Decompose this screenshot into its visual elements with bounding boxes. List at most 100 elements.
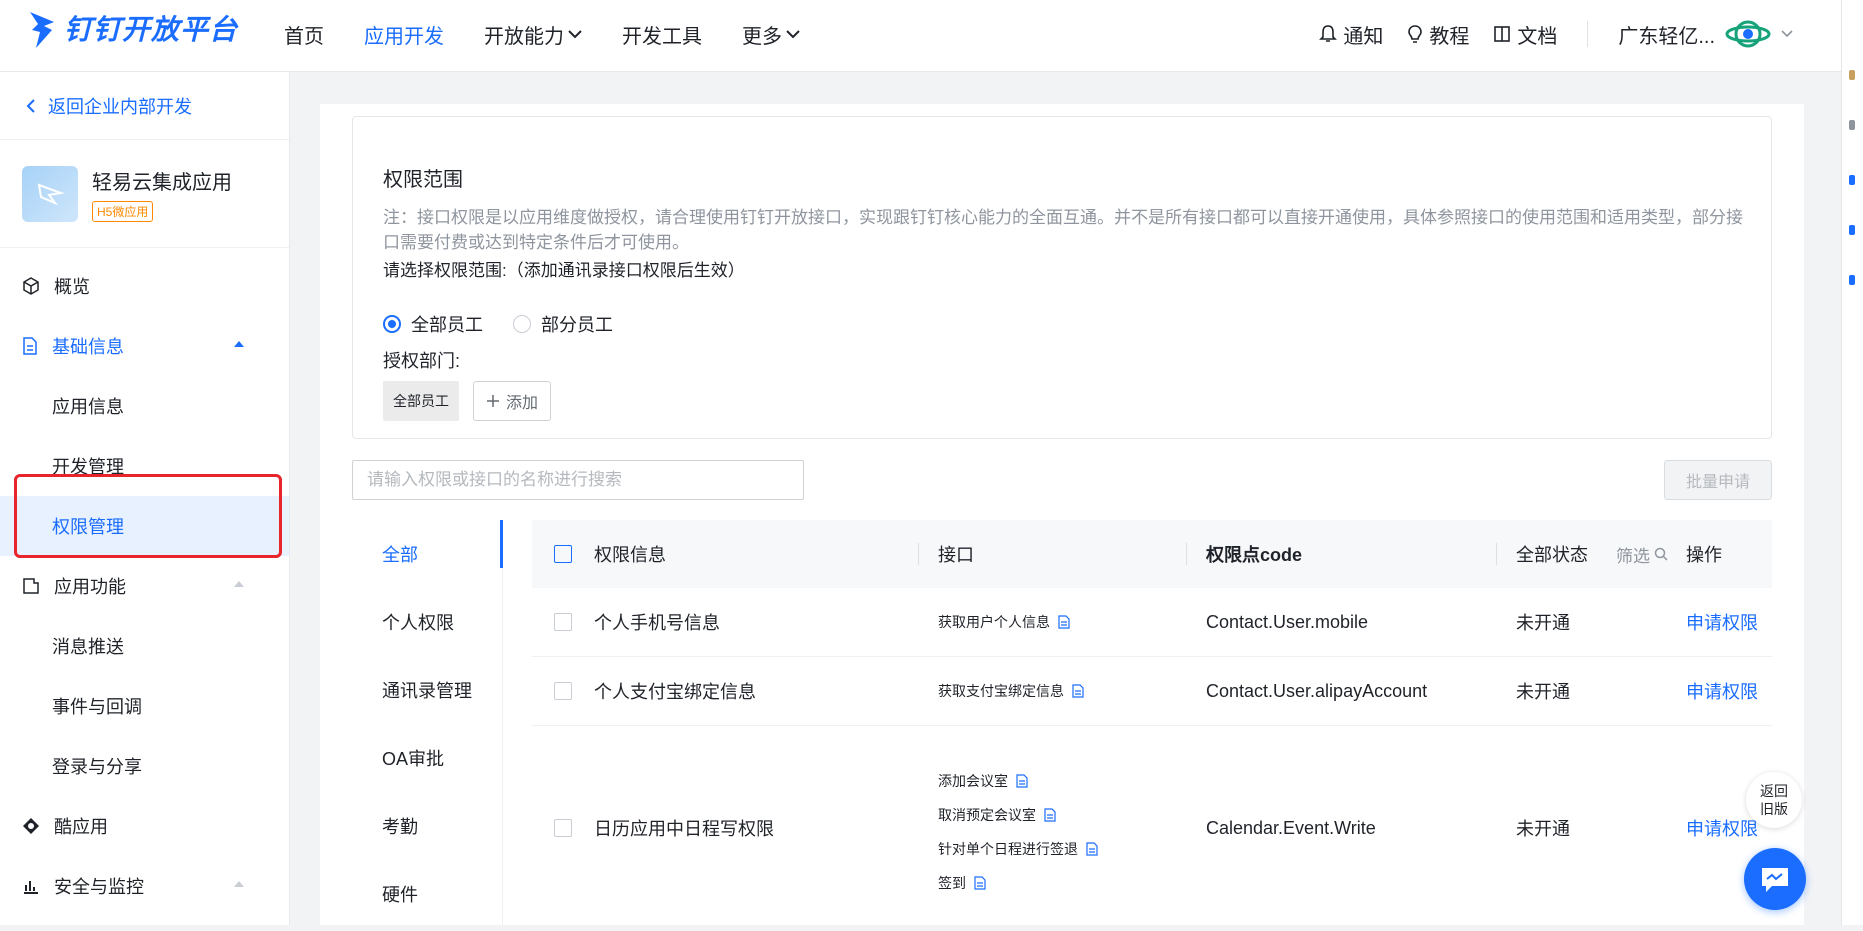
sidebar-item-basic-info[interactable]: 基础信息 <box>0 316 289 376</box>
sidebar-item-label: 权限管理 <box>52 517 124 537</box>
strip-marker <box>1849 120 1855 130</box>
category-contacts[interactable]: 通讯录管理 <box>352 656 502 724</box>
docs-link[interactable]: 文档 <box>1493 20 1557 49</box>
api-item[interactable]: 获取支付宝绑定信息 <box>938 671 1186 711</box>
nav-home-label: 首页 <box>284 25 324 48</box>
doc-link-icon[interactable] <box>1044 808 1056 822</box>
org-name: 广东轻亿... <box>1618 25 1715 48</box>
header-api: 接口 <box>918 541 1186 567</box>
chat-assistant-button[interactable] <box>1744 848 1806 910</box>
back-to-enterprise-dev-link[interactable]: 返回企业内部开发 <box>0 72 289 140</box>
sidebar-item-label: 应用信息 <box>52 397 124 417</box>
radio-part-label: 部分员工 <box>541 315 613 335</box>
row-status: 未开通 <box>1516 682 1570 702</box>
status-filter[interactable]: 筛选 <box>1616 542 1668 567</box>
row-checkbox[interactable] <box>554 613 572 631</box>
nav-dev-tools[interactable]: 开发工具 <box>622 20 702 49</box>
caret-up-icon <box>234 341 244 347</box>
doc-link-icon[interactable] <box>1016 774 1028 788</box>
back-to-old-version-button[interactable]: 返回 旧版 <box>1746 772 1802 828</box>
api-item[interactable]: 获取用户个人信息 <box>938 602 1186 642</box>
notify-link[interactable]: 通知 <box>1319 20 1383 49</box>
radio-all-employees[interactable]: 全部员工 <box>383 311 483 337</box>
sidebar-item-overview[interactable]: 概览 <box>0 256 289 316</box>
sidebar-item-label: 登录与分享 <box>52 757 142 777</box>
main-content: 权限范围 注：接口权限是以应用维度做授权，请合理使用钉钉开放接口，实现跟钉钉核心… <box>320 104 1804 931</box>
batch-apply-button[interactable]: 批量申请 <box>1664 460 1772 500</box>
apply-permission-link[interactable]: 申请权限 <box>1686 682 1758 702</box>
select-all-checkbox[interactable] <box>554 545 572 563</box>
scope-note: 注：接口权限是以应用维度做授权，请合理使用钉钉开放接口，实现跟钉钉核心能力的全面… <box>383 208 1743 252</box>
category-all[interactable]: 全部 <box>352 520 503 588</box>
right-nav: 通知 教程 文档 广东轻亿... <box>1319 0 1793 68</box>
app-name: 轻易云集成应用 <box>92 171 232 194</box>
doc-link-icon[interactable] <box>1072 684 1084 698</box>
permission-search-input[interactable] <box>352 460 804 500</box>
row-api: 获取支付宝绑定信息 <box>918 671 1186 711</box>
sidebar-item-cool-app[interactable]: 酷应用 <box>0 796 289 856</box>
sidebar-item-label: 概览 <box>54 277 90 297</box>
table-row: 个人手机号信息 获取用户个人信息 Contact.User.mobile 未开通… <box>532 588 1772 657</box>
doc-link-icon[interactable] <box>1058 615 1070 629</box>
chevron-left-icon <box>26 98 35 113</box>
sidebar-item-events-callbacks[interactable]: 事件与回调 <box>0 676 289 736</box>
api-item[interactable]: 添加会议室 <box>938 764 1186 798</box>
main-nav: 首页 应用开发 开放能力 开发工具 更多 <box>284 0 800 68</box>
book-icon <box>1494 26 1511 42</box>
apply-permission-link[interactable]: 申请权限 <box>1686 819 1758 839</box>
row-checkbox[interactable] <box>554 682 572 700</box>
sidebar-item-security-monitoring[interactable]: 安全与监控 <box>0 856 289 916</box>
sidebar-item-label: 消息推送 <box>52 637 124 657</box>
radio-all-label: 全部员工 <box>411 315 483 335</box>
row-code: Contact.User.alipayAccount <box>1206 680 1428 701</box>
api-item[interactable]: 取消预定会议室 <box>938 798 1186 832</box>
api-item[interactable]: 针对单个日程进行签退 <box>938 832 1186 866</box>
strip-marker <box>1849 70 1855 80</box>
row-checkbox[interactable] <box>554 819 572 837</box>
sidebar-item-label: 事件与回调 <box>52 697 142 717</box>
apply-permission-link[interactable]: 申请权限 <box>1686 613 1758 633</box>
sidebar-item-dev-management[interactable]: 开发管理 <box>0 436 289 496</box>
doc-link-icon[interactable] <box>974 876 986 890</box>
radio-some-employees[interactable]: 部分员工 <box>513 311 613 337</box>
dingtalk-logo[interactable]: 钉钉开放平台 <box>28 8 238 48</box>
add-dept-button[interactable]: 添加 <box>473 381 552 421</box>
nav-app-dev[interactable]: 应用开发 <box>364 20 444 49</box>
api-item[interactable]: 签到 <box>938 866 1186 900</box>
category-attendance[interactable]: 考勤 <box>352 792 502 860</box>
row-api: 添加会议室 取消预定会议室 针对单个日程进行签退 签到 <box>918 756 1186 900</box>
nav-more[interactable]: 更多 <box>742 20 800 49</box>
strip-marker <box>1849 275 1855 285</box>
row-code: Contact.User.mobile <box>1206 611 1369 632</box>
nav-home[interactable]: 首页 <box>284 20 324 49</box>
app-type-badge: H5微应用 <box>92 200 154 222</box>
api-name: 签到 <box>938 875 966 891</box>
org-switcher[interactable]: 广东轻亿... <box>1618 17 1793 51</box>
radio-checked-icon <box>383 315 401 333</box>
sidebar-item-message-push[interactable]: 消息推送 <box>0 616 289 676</box>
nav-more-label: 更多 <box>742 25 782 48</box>
category-personal[interactable]: 个人权限 <box>352 588 502 656</box>
dingtalk-wing-icon <box>30 12 54 48</box>
row-status: 未开通 <box>1516 613 1570 633</box>
category-hardware[interactable]: 硬件 <box>352 860 502 928</box>
bell-icon <box>1319 25 1338 42</box>
doc-link-icon[interactable] <box>1086 842 1098 856</box>
header-status-label: 全部状态 <box>1516 545 1588 565</box>
sidebar-item-label: 基础信息 <box>52 337 124 357</box>
document-icon <box>23 337 37 355</box>
strip-marker <box>1849 225 1855 235</box>
sidebar-item-login-share[interactable]: 登录与分享 <box>0 736 289 796</box>
api-name: 获取用户个人信息 <box>938 614 1050 630</box>
sidebar-item-app-info[interactable]: 应用信息 <box>0 376 289 436</box>
scope-choose-label: 请选择权限范围:（添加通讯录接口权限后生效） <box>383 261 745 280</box>
category-oa-approval[interactable]: OA审批 <box>352 724 502 792</box>
row-status: 未开通 <box>1516 819 1570 839</box>
table-header: 权限信息 接口 权限点code 全部状态 筛选 操作 <box>532 520 1772 588</box>
sidebar-item-permission-management[interactable]: 权限管理 <box>0 496 289 556</box>
nav-open-capabilities[interactable]: 开放能力 <box>484 20 582 49</box>
table-row: 日历应用中日程写权限 添加会议室 取消预定会议室 针对单个日程进行签退 签到 C… <box>532 726 1772 931</box>
sidebar-item-app-features[interactable]: 应用功能 <box>0 556 289 616</box>
tutorial-link[interactable]: 教程 <box>1407 20 1469 49</box>
header-info: 权限信息 <box>594 545 666 565</box>
